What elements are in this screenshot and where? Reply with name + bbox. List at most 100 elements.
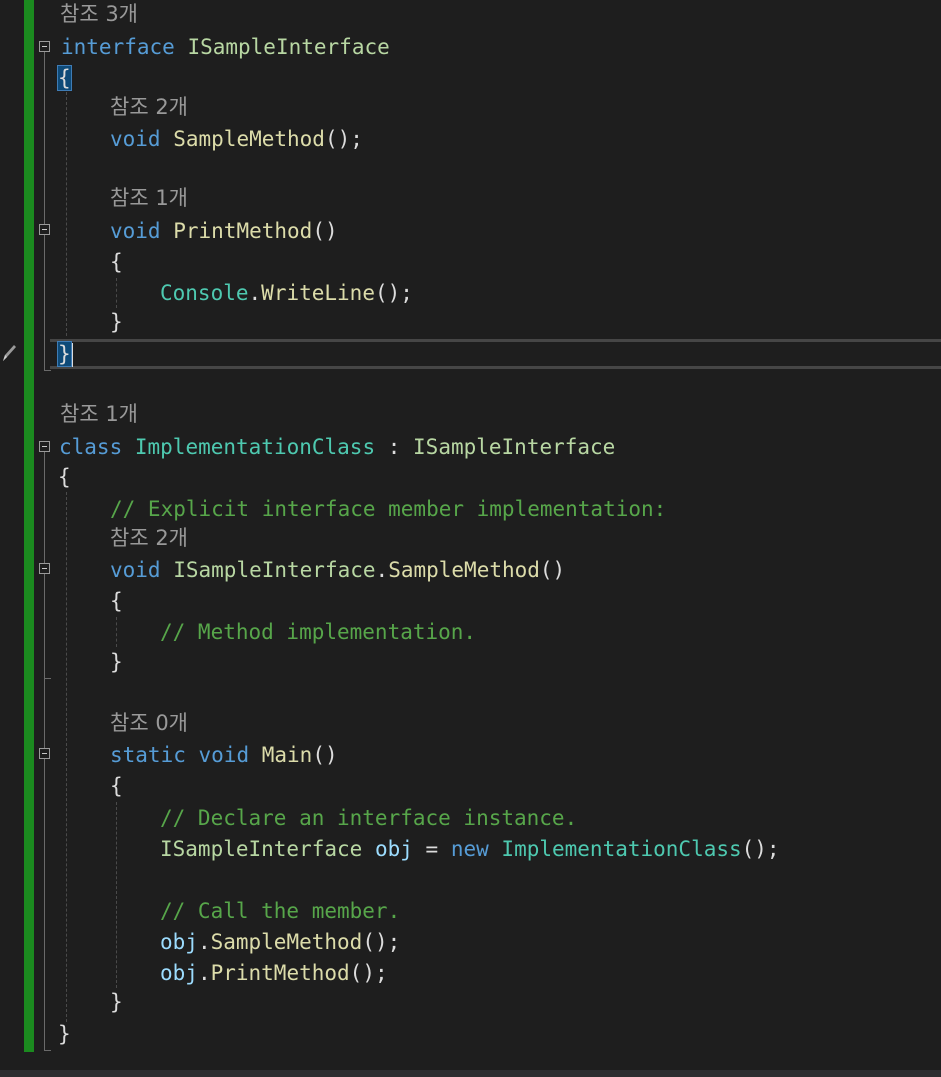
brace: { — [110, 589, 123, 613]
brace: { — [58, 465, 71, 489]
codelens-references[interactable]: 참조 1개 — [110, 184, 188, 212]
method-name: SampleMethod — [173, 127, 325, 151]
interface-name: ISampleInterface — [413, 435, 616, 459]
collapse-icon[interactable] — [39, 224, 50, 235]
keyword: new — [450, 837, 489, 861]
code-line[interactable]: interface ISampleInterface — [61, 33, 390, 61]
indent-guide — [116, 802, 117, 988]
fold-outline-end — [44, 370, 51, 371]
punctuation: () — [539, 558, 566, 582]
fold-outline-line — [44, 52, 45, 370]
method-name: Main — [261, 743, 313, 767]
punctuation: . — [197, 961, 211, 985]
interface-name: ISampleInterface — [173, 558, 376, 582]
code-line[interactable]: { — [110, 587, 123, 615]
variable-name: obj — [374, 837, 413, 861]
keyword: void — [110, 219, 161, 243]
brace: } — [58, 1022, 71, 1046]
indent-guide — [116, 617, 117, 647]
code-line[interactable]: { — [57, 64, 72, 92]
code-comment[interactable]: // Call the member. — [160, 897, 400, 925]
code-editor[interactable]: 참조 3개 interface ISampleInterface { 참조 2개… — [0, 0, 941, 1077]
indent-guide — [66, 92, 67, 336]
code-line[interactable]: ISampleInterface obj = new Implementatio… — [160, 835, 780, 863]
brace: { — [110, 250, 123, 274]
codelens-references[interactable]: 참조 0개 — [110, 709, 188, 737]
pencil-icon[interactable] — [0, 340, 18, 364]
code-line[interactable]: void PrintMethod() — [110, 217, 338, 245]
matched-brace: { — [57, 65, 72, 91]
method-name: PrintMethod — [173, 219, 313, 243]
code-line[interactable]: obj.PrintMethod(); — [160, 959, 388, 987]
interface-name: ISampleInterface — [160, 837, 363, 861]
code-line[interactable]: class ImplementationClass : ISampleInter… — [59, 433, 615, 461]
code-comment[interactable]: // Method implementation. — [160, 618, 476, 646]
indent-guide — [116, 278, 117, 308]
code-line[interactable]: static void Main() — [110, 741, 338, 769]
codelens-references[interactable]: 참조 1개 — [60, 400, 138, 428]
punctuation: (); — [349, 961, 388, 985]
brace: } — [110, 310, 123, 334]
collapse-icon[interactable] — [39, 563, 50, 574]
punctuation: () — [312, 743, 338, 767]
code-line[interactable]: } — [110, 988, 123, 1016]
matched-brace: } — [57, 341, 72, 367]
codelens-references[interactable]: 참조 2개 — [110, 93, 188, 121]
code-line[interactable]: { — [58, 463, 71, 491]
punctuation: . — [248, 281, 262, 305]
collapse-icon[interactable] — [39, 41, 50, 52]
punctuation: = — [412, 837, 451, 861]
code-comment[interactable]: // Explicit interface member implementat… — [110, 495, 666, 523]
fold-outline-end — [44, 678, 51, 679]
code-line[interactable]: void SampleMethod(); — [110, 125, 363, 153]
brace: { — [110, 774, 123, 798]
method-name: SampleMethod — [388, 558, 540, 582]
collapse-icon[interactable] — [39, 441, 50, 452]
punctuation: (); — [374, 281, 413, 305]
punctuation: (); — [741, 837, 780, 861]
collapse-icon[interactable] — [39, 748, 50, 759]
class-name: ImplementationClass — [501, 837, 742, 861]
code-line[interactable]: { — [110, 248, 123, 276]
keyword: void — [198, 743, 250, 767]
indent-guide — [66, 492, 67, 1022]
brace: } — [110, 990, 123, 1014]
codelens-references[interactable]: 참조 3개 — [60, 0, 138, 28]
text-caret — [70, 343, 73, 367]
codelens-references[interactable]: 참조 2개 — [110, 524, 188, 552]
code-line[interactable]: } — [58, 1020, 71, 1048]
punctuation: . — [375, 558, 389, 582]
method-name: PrintMethod — [210, 961, 350, 985]
punctuation: : — [375, 435, 414, 459]
code-line[interactable]: } — [110, 648, 123, 676]
code-comment[interactable]: // Declare an interface instance. — [160, 804, 577, 832]
punctuation: () — [312, 219, 338, 243]
interface-name: ISampleInterface — [187, 35, 390, 59]
punctuation: . — [197, 930, 211, 954]
type-name: Console — [160, 281, 249, 305]
punctuation: (); — [324, 127, 363, 151]
code-line[interactable]: } — [110, 308, 123, 336]
keyword: interface — [61, 35, 175, 59]
current-line-highlight — [50, 339, 941, 369]
keyword: class — [59, 435, 123, 459]
method-name: SampleMethod — [210, 930, 363, 954]
class-name: ImplementationClass — [134, 435, 376, 459]
keyword: static — [110, 743, 186, 767]
keyword: void — [110, 127, 161, 151]
variable-name: obj — [160, 930, 198, 954]
code-line[interactable]: obj.SampleMethod(); — [160, 928, 400, 956]
code-line[interactable]: void ISampleInterface.SampleMethod() — [110, 556, 565, 584]
brace: } — [110, 650, 123, 674]
fold-outline-end — [44, 1050, 51, 1051]
code-line[interactable]: Console.WriteLine(); — [160, 279, 413, 307]
code-line[interactable]: { — [110, 772, 123, 800]
code-line[interactable]: } — [57, 340, 73, 368]
method-name: WriteLine — [261, 281, 375, 305]
